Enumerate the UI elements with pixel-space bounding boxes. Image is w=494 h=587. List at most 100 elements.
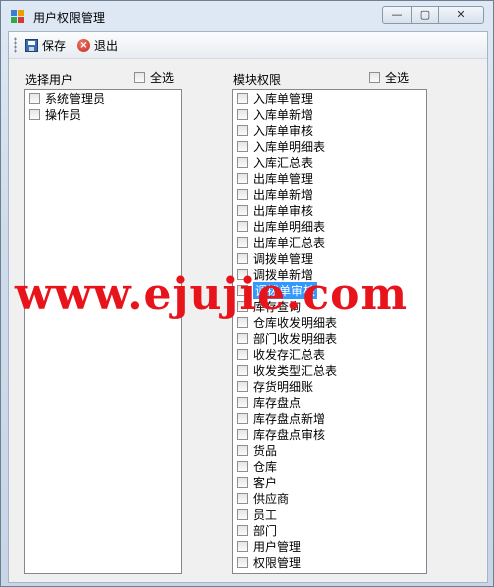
list-item[interactable]: 调拨单审核 [233, 281, 426, 299]
item-label: 客户 [253, 475, 278, 490]
modules-check-all[interactable]: 全选 [369, 69, 409, 86]
list-item[interactable]: 供应商 [233, 490, 426, 506]
item-checkbox[interactable] [237, 300, 248, 312]
list-item[interactable]: 收发类型汇总表 [233, 362, 426, 378]
save-button[interactable]: 保存 [25, 36, 66, 54]
item-checkbox[interactable] [237, 364, 248, 376]
item-label: 库存盘点审核 [253, 427, 326, 442]
users-listbox[interactable]: 系统管理员 操作员 [24, 89, 182, 574]
list-item[interactable]: 客户 [233, 474, 426, 490]
item-checkbox[interactable] [237, 108, 248, 120]
list-item[interactable]: 出库单审核 [233, 202, 426, 218]
exit-button[interactable]: × 退出 [77, 36, 118, 54]
item-label: 仓库收发明细表 [253, 315, 338, 330]
minimize-button[interactable]: — [382, 6, 412, 24]
list-item[interactable]: 仓库 [233, 458, 426, 474]
item-label: 出库单新增 [253, 187, 314, 202]
list-item[interactable]: 存货明细账 [233, 378, 426, 394]
list-item[interactable]: 员工 [233, 506, 426, 522]
item-label: 部门收发明细表 [253, 331, 338, 346]
item-label: 收发类型汇总表 [253, 363, 338, 378]
item-label: 调拨单新增 [253, 267, 314, 282]
modules-check-all-checkbox[interactable] [369, 72, 380, 83]
item-checkbox[interactable] [237, 156, 248, 168]
item-label: 调拨单管理 [253, 251, 314, 266]
item-checkbox[interactable] [237, 540, 248, 552]
item-label: 库存盘点 [253, 395, 302, 410]
list-item[interactable]: 权限管理 [233, 554, 426, 570]
item-checkbox[interactable] [29, 108, 40, 120]
item-checkbox[interactable] [237, 268, 248, 280]
users-check-all-checkbox[interactable] [134, 72, 145, 83]
item-label: 入库单明细表 [253, 139, 326, 154]
item-checkbox[interactable] [237, 124, 248, 136]
list-item[interactable]: 调拨单管理 [233, 250, 426, 266]
item-checkbox[interactable] [237, 252, 248, 264]
item-label: 部门 [253, 523, 278, 538]
exit-label: 退出 [94, 38, 119, 53]
list-item[interactable]: 出库单汇总表 [233, 234, 426, 250]
item-checkbox[interactable] [237, 236, 248, 248]
item-checkbox[interactable] [237, 508, 248, 520]
list-item[interactable]: 入库单管理 [233, 90, 426, 106]
app-window: 用户权限管理 — ▢ ✕ 保存 × 退出 选择用户 全选 系统管理员 操作员 模块… [0, 0, 494, 587]
item-checkbox[interactable] [237, 284, 248, 296]
item-checkbox[interactable] [237, 92, 248, 104]
list-item[interactable]: 仓库收发明细表 [233, 314, 426, 330]
item-label: 存货明细账 [253, 379, 314, 394]
modules-listbox[interactable]: 入库单管理 入库单新增 入库单审核 入库单明细表 入库汇总表 出库单管理 出库单新增 出库单审… [232, 89, 427, 574]
item-checkbox[interactable] [237, 172, 248, 184]
list-item[interactable]: 操作员 [25, 106, 181, 122]
item-checkbox[interactable] [237, 332, 248, 344]
item-label: 出库单审核 [253, 203, 314, 218]
item-checkbox[interactable] [237, 460, 248, 472]
item-label: 用户管理 [253, 539, 302, 554]
users-check-all[interactable]: 全选 [134, 69, 174, 86]
item-checkbox[interactable] [237, 188, 248, 200]
users-panel-label: 选择用户 [25, 73, 74, 87]
item-checkbox[interactable] [237, 140, 248, 152]
list-item[interactable]: 部门收发明细表 [233, 330, 426, 346]
list-item[interactable]: 出库单明细表 [233, 218, 426, 234]
item-checkbox[interactable] [237, 316, 248, 328]
title-bar[interactable]: 用户权限管理 — ▢ ✕ [1, 1, 493, 31]
list-item[interactable]: 调拨单新增 [233, 266, 426, 282]
list-item[interactable]: 入库单新增 [233, 106, 426, 122]
item-checkbox[interactable] [237, 220, 248, 232]
item-checkbox[interactable] [237, 556, 248, 568]
list-item[interactable]: 货品 [233, 442, 426, 458]
close-button[interactable]: ✕ [438, 6, 484, 24]
list-item[interactable]: 收发存汇总表 [233, 346, 426, 362]
list-item[interactable]: 出库单管理 [233, 170, 426, 186]
item-checkbox[interactable] [237, 396, 248, 408]
list-item[interactable]: 用户管理 [233, 538, 426, 554]
item-checkbox[interactable] [29, 92, 40, 104]
item-checkbox[interactable] [237, 428, 248, 440]
list-item[interactable]: 入库单审核 [233, 122, 426, 138]
list-item[interactable]: 系统管理员 [25, 90, 181, 106]
list-item[interactable]: 部门 [233, 522, 426, 538]
item-checkbox[interactable] [237, 476, 248, 488]
list-item[interactable]: 库存查询 [233, 298, 426, 314]
users-check-all-label: 全选 [150, 71, 175, 85]
list-item[interactable]: 出库单新增 [233, 186, 426, 202]
list-item[interactable]: 库存盘点审核 [233, 426, 426, 442]
item-label: 系统管理员 [45, 91, 106, 106]
item-checkbox[interactable] [237, 348, 248, 360]
save-label: 保存 [42, 38, 67, 53]
item-checkbox[interactable] [237, 444, 248, 456]
item-checkbox[interactable] [237, 492, 248, 504]
toolbar: 保存 × 退出 [9, 32, 487, 59]
list-item[interactable]: 入库单明细表 [233, 138, 426, 154]
list-item[interactable]: 入库汇总表 [233, 154, 426, 170]
item-label: 库存盘点新增 [253, 411, 326, 426]
item-checkbox[interactable] [237, 524, 248, 536]
item-label: 入库汇总表 [253, 155, 314, 170]
item-checkbox[interactable] [237, 204, 248, 216]
list-item[interactable]: 库存盘点新增 [233, 410, 426, 426]
item-checkbox[interactable] [237, 412, 248, 424]
item-checkbox[interactable] [237, 380, 248, 392]
list-item[interactable]: 库存盘点 [233, 394, 426, 410]
toolbar-grip[interactable] [14, 37, 17, 53]
maximize-button[interactable]: ▢ [411, 6, 439, 24]
